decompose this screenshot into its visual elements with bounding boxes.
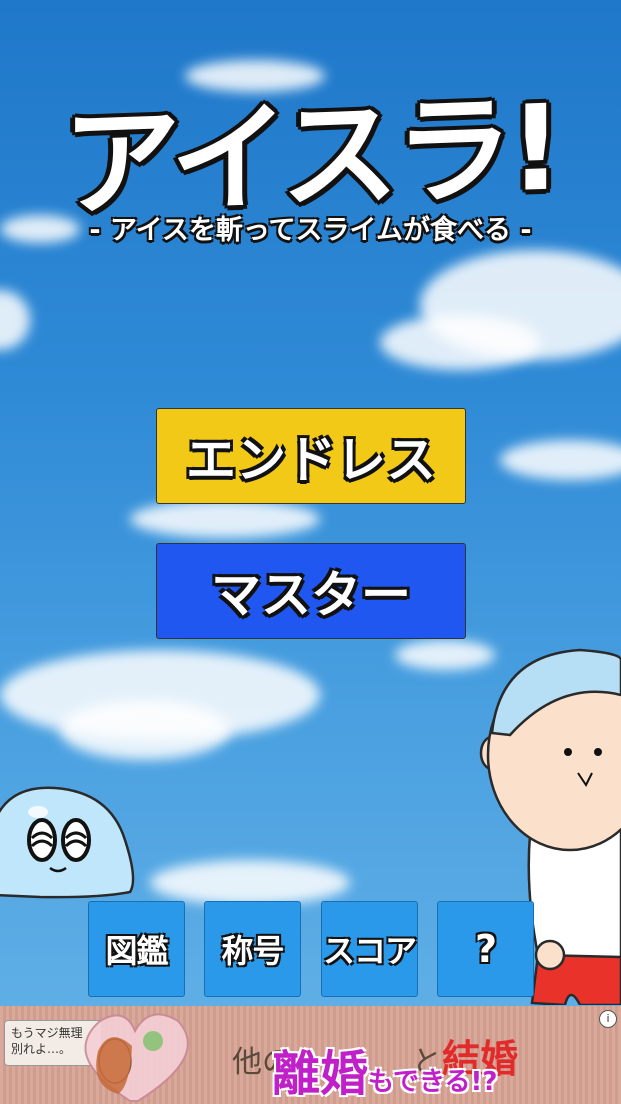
encyclopedia-button[interactable]: 図鑑: [88, 901, 185, 997]
game-subtitle: - アイスを斬ってスライムが食べる -: [89, 215, 532, 246]
endless-mode-button[interactable]: エンドレス: [156, 408, 466, 504]
cloud: [60, 700, 230, 760]
cloud: [130, 500, 320, 538]
cloud: [0, 290, 30, 350]
ad-banner[interactable]: もうマジ無理 別れよ…。 他の と結婚 離婚もできる!? i: [0, 1006, 621, 1104]
ad-headline-2: 離婚もできる!?: [272, 1034, 497, 1104]
score-button[interactable]: スコア: [321, 901, 418, 997]
titles-button[interactable]: 称号: [204, 901, 301, 997]
ad-couple-illustration: [84, 1013, 189, 1102]
ad-info-icon[interactable]: i: [599, 1010, 617, 1028]
master-mode-button[interactable]: マスター: [156, 543, 466, 639]
slime-character: [0, 786, 135, 899]
ad-text-can-do: もできる!?: [368, 1067, 498, 1097]
help-button[interactable]: ?: [437, 901, 534, 997]
game-title-screen: アイスラ! - アイスを斬ってスライムが食べる - エンドレス マスター 図鑑 …: [0, 0, 621, 1104]
cloud: [500, 440, 621, 480]
cloud: [380, 315, 540, 370]
cloud: [150, 860, 350, 905]
ad-text-divorce: 離婚: [272, 1046, 369, 1102]
